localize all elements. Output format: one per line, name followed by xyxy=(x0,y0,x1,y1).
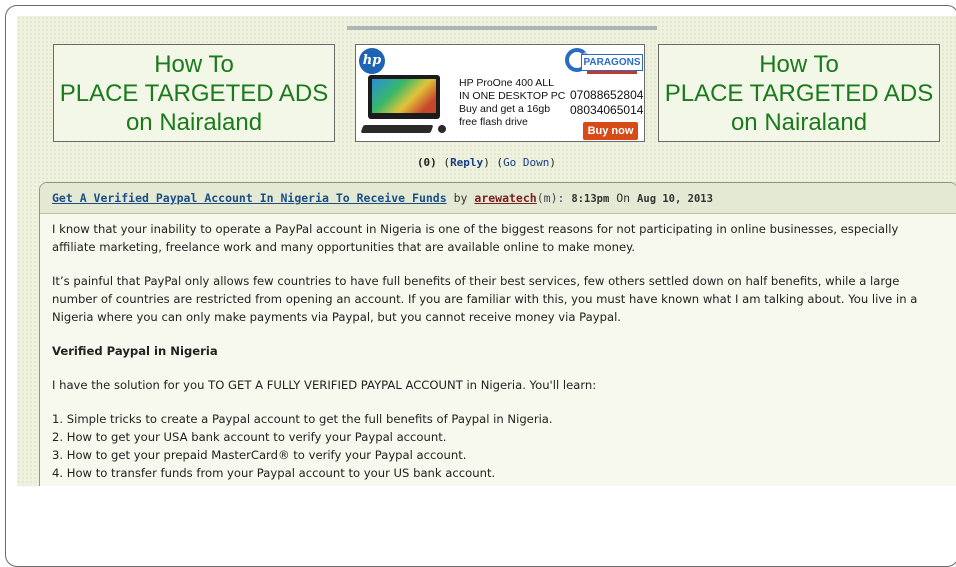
list-item: 3. How to get your prepaid MasterCard® t… xyxy=(52,448,467,462)
hp-logo: hp xyxy=(359,48,385,74)
keyboard-image xyxy=(360,125,434,133)
post-paragraph-3: I have the solution for you TO GET A FUL… xyxy=(52,378,597,392)
ad-phone-1: 07088652804 xyxy=(570,88,644,102)
post-paragraph-1: I know that your inability to operate a … xyxy=(52,222,899,254)
post-subheading: Verified Paypal in Nigeria xyxy=(52,344,218,358)
reply-bar: (0) (Reply) (Go Down) xyxy=(416,156,557,169)
ad-left-line2: PLACE TARGETED ADS xyxy=(59,79,329,107)
ad-phone-2: 08034065014 xyxy=(570,103,644,117)
buy-now-button[interactable]: Buy now xyxy=(583,122,638,140)
ad-right-line3: on Nairaland xyxy=(730,108,868,136)
ad-right-line2: PLACE TARGETED ADS xyxy=(664,79,934,107)
post-paragraph-2: It’s painful that PayPal only allows few… xyxy=(52,274,918,324)
post-author-link[interactable]: arewatech xyxy=(474,191,536,205)
ad-place-targeted-left[interactable]: How To PLACE TARGETED ADS on Nairaland xyxy=(53,44,335,142)
ad-hp-desc-line2: IN ONE DESKTOP PC xyxy=(459,90,566,102)
forum-post: Get A Verified Paypal Account In Nigeria… xyxy=(39,182,956,486)
desktop-pc-image xyxy=(368,75,440,119)
ad-left-line1: How To xyxy=(154,50,234,78)
post-by: by xyxy=(453,191,468,205)
go-down-link[interactable]: Go Down xyxy=(503,156,549,169)
ad-left-line3: on Nairaland xyxy=(125,108,263,136)
post-on: On xyxy=(616,191,631,205)
post-time: 8:13pm xyxy=(571,193,610,205)
reply-link[interactable]: Reply xyxy=(450,156,483,169)
post-title-link[interactable]: Get A Verified Paypal Account In Nigeria… xyxy=(52,191,447,205)
post-steps-list: 1. Simple tricks to create a Paypal acco… xyxy=(52,410,945,482)
ad-hp-desc-line1: HP ProOne 400 ALL xyxy=(459,77,554,89)
paragons-name: PARAGONS xyxy=(581,54,643,71)
page-content: How To PLACE TARGETED ADS on Nairaland h… xyxy=(17,16,956,486)
post-date: Aug 10, 2013 xyxy=(637,193,713,205)
mouse-image xyxy=(438,125,446,133)
author-gender: m xyxy=(543,191,551,205)
paragons-underline xyxy=(587,71,637,74)
reply-count: (0) xyxy=(416,156,437,169)
list-item: 2. How to get your USA bank account to v… xyxy=(52,430,447,444)
ad-place-targeted-right[interactable]: How To PLACE TARGETED ADS on Nairaland xyxy=(658,44,940,142)
ad-right-line1: How To xyxy=(759,50,839,78)
ad-hp-description: HP ProOne 400 ALL IN ONE DESKTOP PC Buy … xyxy=(459,77,574,129)
ad-hp-desc-line3: Buy and get a 16gb xyxy=(459,103,551,115)
paragons-logo: PARAGONS xyxy=(565,48,643,78)
top-link-strip[interactable] xyxy=(347,26,657,30)
ad-hp-desc-line4: free flash drive xyxy=(459,116,528,128)
ad-hp-desktop[interactable]: hp HP ProOne 400 ALL IN ONE DESKTOP PC B… xyxy=(355,44,645,142)
post-header: Get A Verified Paypal Account In Nigeria… xyxy=(40,183,956,214)
browser-frame: How To PLACE TARGETED ADS on Nairaland h… xyxy=(5,5,956,567)
list-item: 1. Simple tricks to create a Paypal acco… xyxy=(52,412,553,426)
list-item: 4. How to transfer funds from your Paypa… xyxy=(52,466,496,480)
post-body: I know that your inability to operate a … xyxy=(40,214,956,482)
